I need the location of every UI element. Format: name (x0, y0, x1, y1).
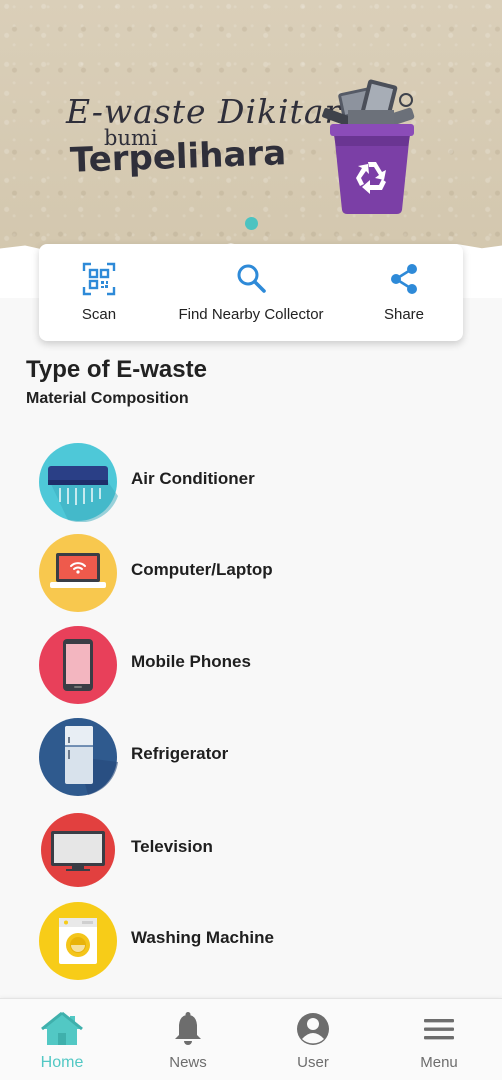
nav-user[interactable]: User (273, 1011, 353, 1071)
washing-machine-icon (39, 902, 117, 980)
ewaste-item-air-conditioner[interactable]: Air Conditioner (38, 442, 478, 522)
scan-button[interactable]: Scan (77, 262, 121, 323)
home-icon (41, 1011, 83, 1045)
quick-actions-card: Scan Find Nearby Collector Share (39, 244, 463, 341)
ewaste-item-label: Television (131, 837, 213, 856)
user-icon (297, 1013, 329, 1045)
ewaste-item-label: Mobile Phones (131, 652, 251, 671)
ewaste-item-computer-laptop[interactable]: Computer/Laptop (38, 533, 478, 613)
menu-icon (424, 1019, 454, 1040)
find-nearby-collector-button[interactable]: Find Nearby Collector (175, 262, 327, 323)
air-conditioner-icon (39, 443, 118, 522)
television-icon (41, 813, 115, 887)
share-icon (391, 264, 417, 294)
carousel-indicator-dot[interactable] (245, 217, 258, 230)
banner-slogan-line3: Terpelihara (69, 133, 287, 181)
ewaste-item-refrigerator[interactable]: Refrigerator (38, 717, 478, 797)
share-button[interactable]: Share (379, 262, 429, 323)
search-icon (237, 264, 266, 293)
section-subtitle: Material Composition (26, 390, 189, 407)
ewaste-item-mobile-phones[interactable]: Mobile Phones (38, 625, 478, 705)
section-title: Type of E-waste (26, 356, 207, 383)
nav-news-label: News (169, 1054, 207, 1071)
find-nearby-collector-label: Find Nearby Collector (178, 306, 324, 323)
laptop-icon (39, 534, 117, 612)
nav-user-label: User (297, 1054, 329, 1071)
ewaste-item-label: Air Conditioner (131, 469, 255, 488)
nav-news[interactable]: News (148, 1011, 228, 1071)
nav-menu[interactable]: Menu (399, 1011, 479, 1071)
refrigerator-icon (39, 718, 118, 796)
mobile-phone-icon (39, 626, 117, 704)
bottom-navigation: Home News User Menu (0, 998, 502, 1080)
ewaste-item-washing-machine[interactable]: Washing Machine (38, 901, 478, 981)
ewaste-item-label: Refrigerator (131, 744, 229, 763)
share-label: Share (383, 306, 425, 323)
ewaste-item-label: Computer/Laptop (131, 560, 273, 579)
ewaste-item-label: Washing Machine (131, 928, 274, 947)
nav-menu-label: Menu (420, 1054, 458, 1071)
qr-scan-icon (82, 262, 116, 296)
ewaste-item-television[interactable]: Television (38, 810, 478, 890)
nav-home[interactable]: Home (22, 1011, 102, 1072)
bell-icon (175, 1012, 201, 1045)
promo-banner[interactable]: E-waste Dikitar, bumi Terpelihara (0, 0, 502, 262)
scan-label: Scan (81, 306, 117, 323)
nav-home-label: Home (40, 1054, 84, 1071)
ewaste-bin-illustration (322, 79, 415, 214)
